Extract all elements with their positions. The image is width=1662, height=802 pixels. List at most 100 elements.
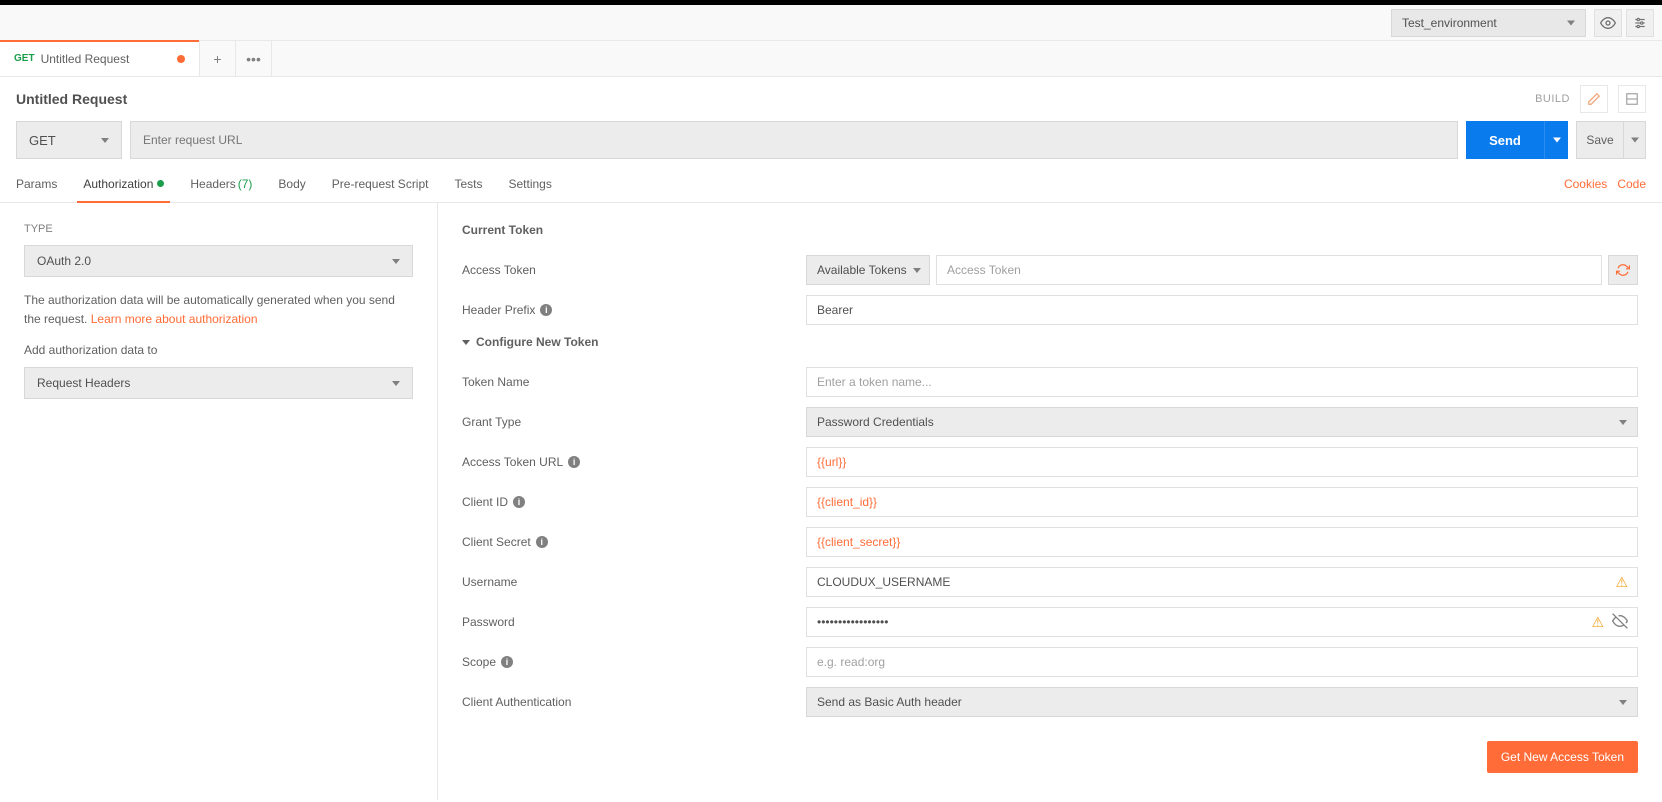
info-icon: i: [501, 656, 513, 668]
client-auth-select[interactable]: Send as Basic Auth header: [806, 687, 1638, 717]
unsaved-indicator-icon: [177, 55, 185, 63]
client-id-label: Client ID i: [462, 495, 806, 509]
password-input[interactable]: [806, 607, 1638, 637]
tab-authorization[interactable]: Authorization: [83, 165, 164, 202]
info-icon: i: [513, 496, 525, 508]
tab-method: GET: [14, 53, 35, 64]
subtabs-right: Cookies Code: [1564, 177, 1646, 191]
add-auth-to-select[interactable]: Request Headers: [24, 367, 413, 399]
refresh-token-button[interactable]: [1608, 255, 1638, 285]
request-tab[interactable]: GET Untitled Request: [0, 41, 200, 76]
client-id-input[interactable]: [806, 487, 1638, 517]
save-options-button[interactable]: [1624, 121, 1646, 159]
code-link[interactable]: Code: [1617, 177, 1646, 191]
type-label: TYPE: [24, 223, 413, 235]
save-button[interactable]: Save: [1576, 121, 1624, 159]
pane-icon: [1625, 92, 1639, 106]
auth-main: Current Token Access Token Available Tok…: [438, 203, 1662, 800]
tab-name: Untitled Request: [41, 52, 169, 66]
username-input[interactable]: [806, 567, 1638, 597]
warning-icon: ⚠: [1615, 574, 1628, 591]
request-subtabs: Params Authorization Headers (7) Body Pr…: [0, 165, 1662, 203]
access-token-field: Available Tokens: [806, 255, 1638, 285]
access-token-url-label: Access Token URL i: [462, 455, 806, 469]
grant-type-select[interactable]: Password Credentials: [806, 407, 1638, 437]
access-token-url-input[interactable]: [806, 447, 1638, 477]
refresh-icon: [1616, 263, 1630, 277]
http-method-select[interactable]: GET: [16, 121, 122, 159]
pane-toggle-button[interactable]: [1618, 85, 1646, 113]
pencil-icon: [1587, 92, 1601, 106]
addto-label: Add authorization data to: [24, 343, 413, 357]
new-tab-button[interactable]: +: [200, 41, 236, 76]
available-tokens-select[interactable]: Available Tokens: [806, 255, 930, 285]
url-bar: GET Send Save: [0, 121, 1662, 159]
client-secret-text: Client Secret: [462, 535, 531, 549]
row-token-name: Token Name: [462, 367, 1638, 397]
tab-headers[interactable]: Headers (7): [190, 165, 252, 202]
tab-options-button[interactable]: •••: [236, 41, 272, 76]
tab-body[interactable]: Body: [278, 165, 305, 202]
info-icon: i: [536, 536, 548, 548]
auth-active-icon: [157, 180, 164, 187]
content: TYPE OAuth 2.0 The authorization data wi…: [0, 203, 1662, 800]
toggle-visibility-button[interactable]: [1612, 613, 1628, 632]
header-bar: Test_environment: [0, 5, 1662, 41]
tab-tests[interactable]: Tests: [454, 165, 482, 202]
settings-button[interactable]: [1626, 9, 1654, 37]
header-prefix-input[interactable]: [806, 295, 1638, 325]
comments-button[interactable]: [1580, 85, 1608, 113]
learn-more-link[interactable]: Learn more about authorization: [91, 312, 258, 326]
header-prefix-field: [806, 295, 1638, 325]
client-auth-value: Send as Basic Auth header: [817, 695, 962, 709]
eye-icon: [1600, 15, 1616, 31]
row-client-id: Client ID i: [462, 487, 1638, 517]
configure-title: Configure New Token: [476, 335, 598, 349]
title-actions: BUILD: [1535, 85, 1646, 113]
row-grant-type: Grant Type Password Credentials: [462, 407, 1638, 437]
auth-help-text: The authorization data will be automatic…: [24, 291, 413, 329]
warning-icon: ⚠: [1591, 614, 1604, 631]
token-name-label: Token Name: [462, 375, 806, 389]
auth-type-select[interactable]: OAuth 2.0: [24, 245, 413, 277]
send-options-button[interactable]: [1544, 121, 1568, 159]
tab-settings[interactable]: Settings: [509, 165, 552, 202]
scope-text: Scope: [462, 655, 496, 669]
configure-new-token-toggle[interactable]: Configure New Token: [462, 335, 1638, 349]
title-bar: Untitled Request BUILD: [0, 77, 1662, 121]
scope-input[interactable]: [806, 647, 1638, 677]
auth-type-value: OAuth 2.0: [37, 254, 91, 268]
client-secret-input[interactable]: [806, 527, 1638, 557]
save-group: Save: [1576, 121, 1646, 159]
row-client-secret: Client Secret i: [462, 527, 1638, 557]
send-button[interactable]: Send: [1466, 121, 1544, 159]
row-username: Username ⚠: [462, 567, 1638, 597]
get-new-access-token-button[interactable]: Get New Access Token: [1487, 741, 1638, 773]
tab-params[interactable]: Params: [16, 165, 57, 202]
info-icon: i: [568, 456, 580, 468]
scope-label: Scope i: [462, 655, 806, 669]
access-token-url-text: Access Token URL: [462, 455, 563, 469]
access-token-input[interactable]: [936, 255, 1602, 285]
row-access-token: Access Token Available Tokens: [462, 255, 1638, 285]
url-input[interactable]: [130, 121, 1458, 159]
grant-type-label: Grant Type: [462, 415, 806, 429]
token-name-input[interactable]: [806, 367, 1638, 397]
row-access-token-url: Access Token URL i: [462, 447, 1638, 477]
username-label: Username: [462, 575, 806, 589]
row-header-prefix: Header Prefix i: [462, 295, 1638, 325]
info-icon: i: [540, 304, 552, 316]
env-quicklook-button[interactable]: [1594, 9, 1622, 37]
cookies-link[interactable]: Cookies: [1564, 177, 1607, 191]
tab-prerequest[interactable]: Pre-request Script: [332, 165, 429, 202]
current-token-title: Current Token: [462, 223, 1638, 237]
headers-count: (7): [238, 177, 253, 191]
header-prefix-label: Header Prefix i: [462, 303, 806, 317]
sliders-icon: [1633, 16, 1647, 30]
environment-select[interactable]: Test_environment: [1391, 9, 1586, 37]
row-password: Password ⚠: [462, 607, 1638, 637]
add-auth-to-value: Request Headers: [37, 376, 130, 390]
tabs-bar: GET Untitled Request + •••: [0, 41, 1662, 77]
environment-value: Test_environment: [1402, 16, 1497, 30]
tab-auth-label: Authorization: [83, 177, 153, 191]
